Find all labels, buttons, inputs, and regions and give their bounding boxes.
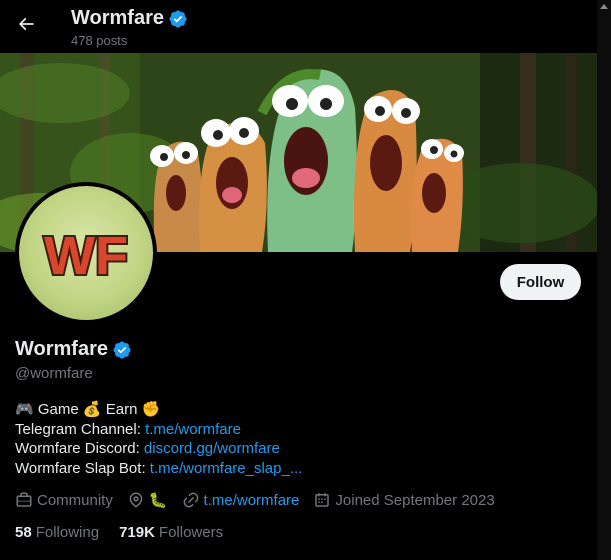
post-count: 478 posts — [71, 33, 128, 48]
following-count: 58 — [15, 524, 32, 541]
following-label: Following — [35, 524, 100, 541]
location-item: 🐛 — [127, 491, 168, 509]
game-controller-emoji: 🎮 — [15, 401, 34, 418]
bio-earn: Earn — [105, 401, 138, 418]
bio-line-1: 🎮 Game 💰 Earn ✊ — [15, 400, 302, 420]
profile-bio: 🎮 Game 💰 Earn ✊ Telegram Channel: t.me/w… — [15, 400, 302, 478]
calendar-icon — [315, 493, 330, 507]
scroll-up-arrow-icon[interactable] — [600, 4, 608, 9]
user-handle: @wormfare — [15, 365, 93, 382]
website-link[interactable]: t.me/wormfare — [204, 492, 300, 509]
joined-item: Joined September 2023 — [313, 491, 495, 509]
followers-count: 719K — [119, 524, 155, 541]
display-name-row: Wormfare — [15, 338, 132, 361]
header-title: Wormfare — [71, 7, 188, 30]
bio-line-telegram: Telegram Channel: t.me/wormfare — [15, 420, 302, 440]
back-button[interactable] — [12, 10, 40, 38]
profile-header: Wormfare 478 posts — [0, 0, 597, 53]
discord-label: Wormfare Discord: — [15, 440, 144, 457]
bio-game: Game — [37, 401, 79, 418]
category-text: Community — [37, 491, 113, 509]
header-name: Wormfare — [71, 7, 164, 29]
wf-logo-icon: WF — [42, 224, 130, 288]
telegram-link[interactable]: t.me/wormfare — [145, 421, 241, 438]
briefcase-icon — [16, 492, 32, 507]
avatar-logo-text: WF — [44, 226, 128, 286]
profile-meta: Community 🐛 t.me/wormfare Joined Septemb… — [15, 491, 509, 509]
category-item: Community — [15, 491, 113, 509]
verified-badge-icon — [169, 9, 187, 28]
display-name: Wormfare — [15, 338, 108, 360]
fist-emoji: ✊ — [141, 401, 161, 418]
scrollbar[interactable] — [597, 0, 611, 560]
location-pin-icon — [129, 492, 143, 508]
joined-text: Joined September 2023 — [335, 491, 495, 509]
slapbot-link[interactable]: t.me/wormfare_slap_... — [150, 460, 303, 477]
caterpillar-emoji: 🐛 — [148, 492, 168, 509]
verified-badge-icon[interactable] — [112, 340, 132, 360]
avatar-image: WF — [19, 186, 153, 320]
arrow-left-icon — [18, 17, 34, 31]
telegram-label: Telegram Channel: — [15, 420, 146, 438]
follow-button[interactable]: Follow — [500, 264, 581, 300]
followers-label: Followers — [158, 524, 224, 541]
follow-stats: 58 Following 719K Followers — [15, 524, 223, 541]
link-icon — [183, 492, 198, 508]
followers-link[interactable]: 719K Followers — [119, 524, 223, 541]
profile-avatar[interactable]: WF — [15, 182, 157, 324]
bio-line-discord: Wormfare Discord: discord.gg/wormfare — [15, 439, 302, 459]
money-bag-emoji: 💰 — [82, 401, 102, 418]
bio-line-slapbot: Wormfare Slap Bot: t.me/wormfare_slap_..… — [15, 459, 302, 479]
following-link[interactable]: 58 Following — [15, 524, 99, 541]
website-item[interactable]: t.me/wormfare — [182, 491, 300, 509]
slapbot-label: Wormfare Slap Bot: — [15, 459, 150, 477]
discord-link[interactable]: discord.gg/wormfare — [144, 440, 280, 457]
